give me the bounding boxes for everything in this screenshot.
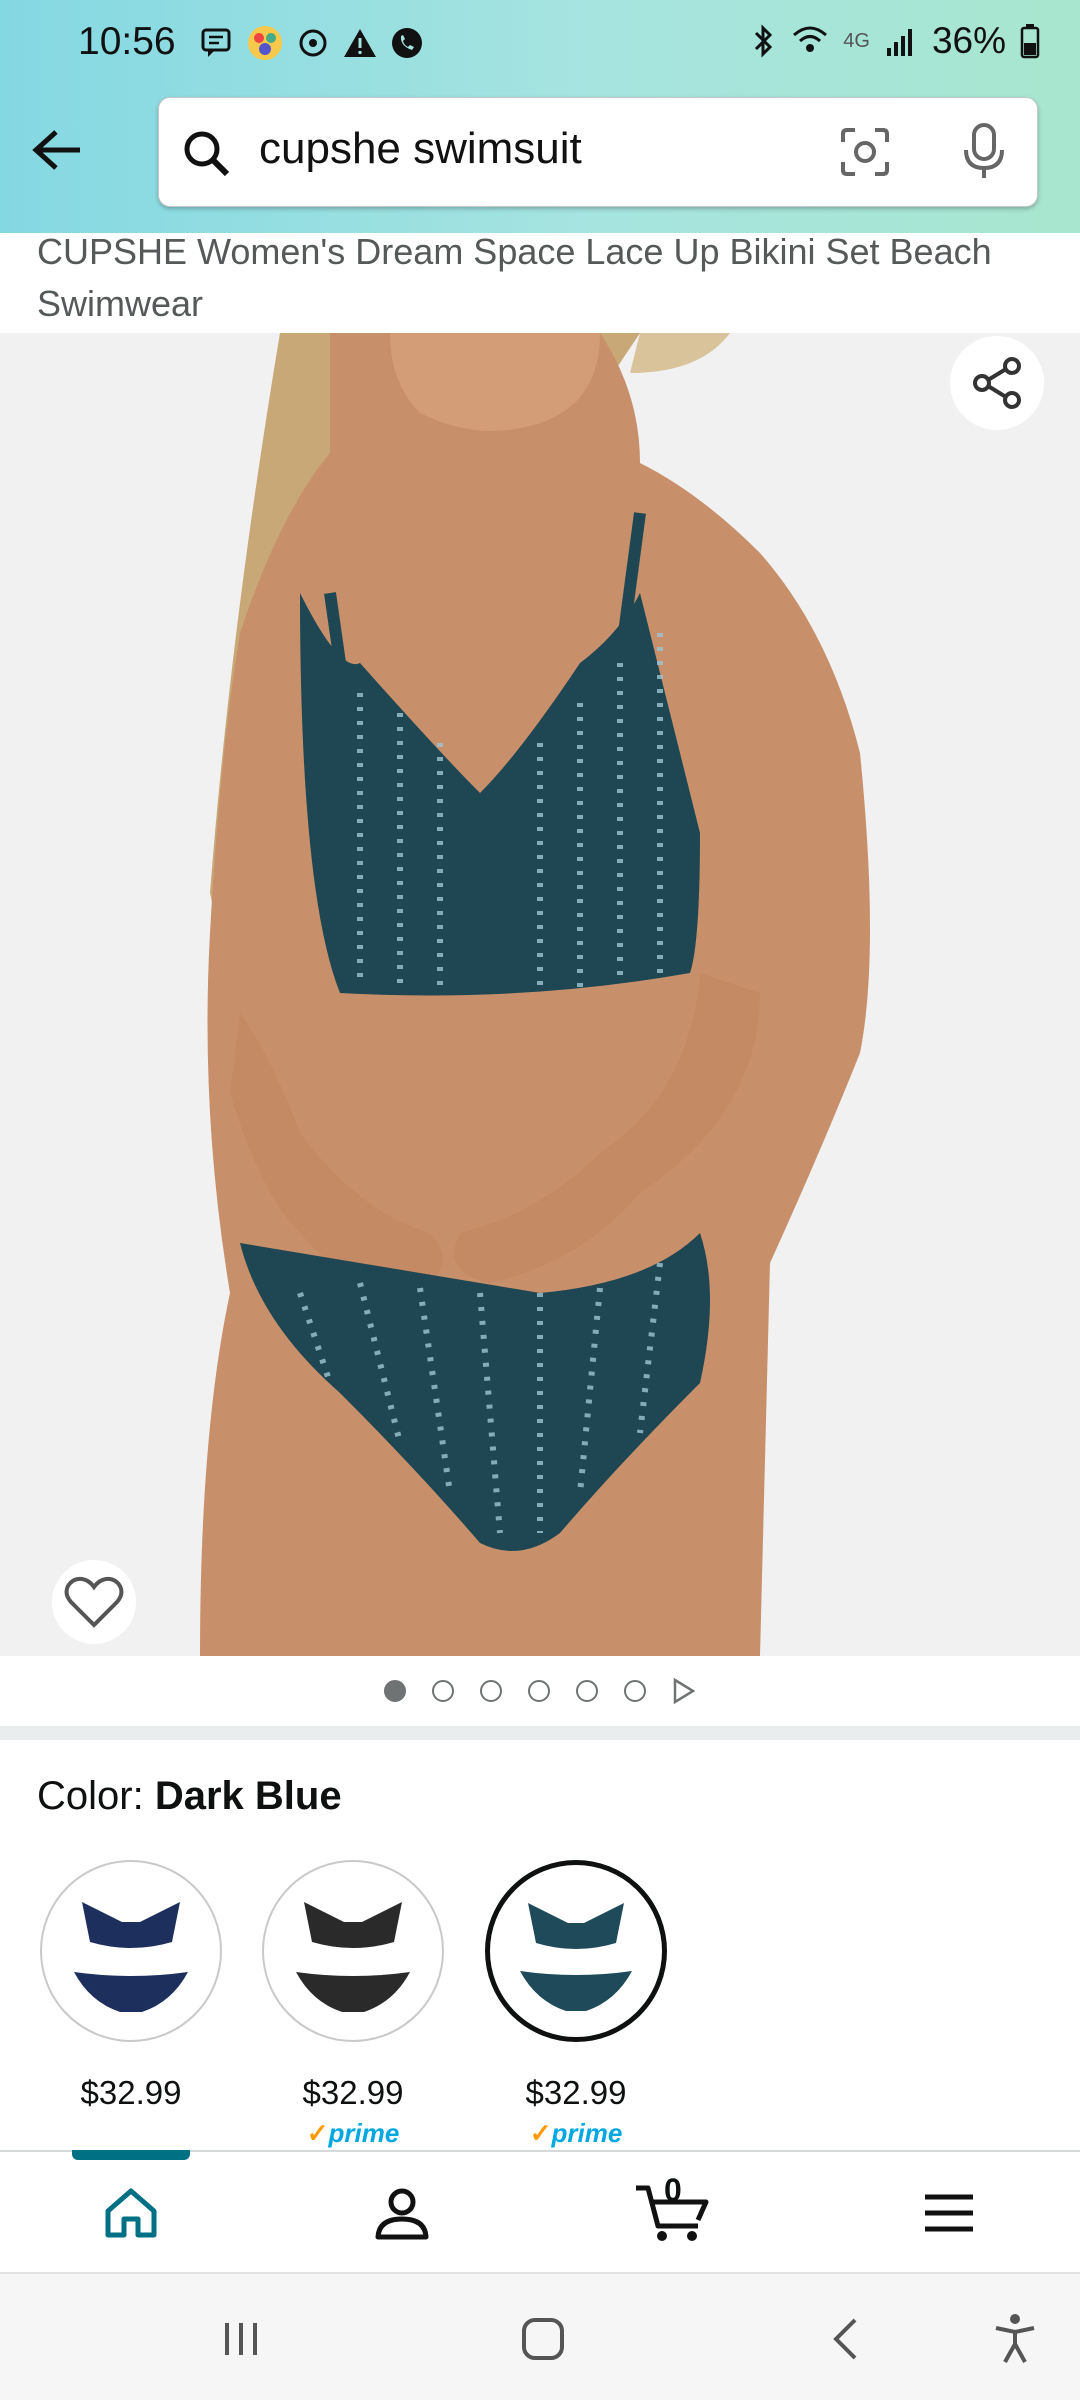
swatch-image	[520, 1903, 632, 2011]
carousel-dot[interactable]	[432, 1680, 454, 1702]
battery-percent: 36%	[931, 20, 1006, 61]
color-swatch[interactable]	[40, 1860, 222, 2042]
recent-apps-button[interactable]	[206, 2304, 276, 2374]
back-system-button[interactable]	[810, 2304, 880, 2374]
system-status: 4G 36%	[751, 20, 1040, 62]
nav-account[interactable]	[362, 2178, 442, 2248]
app-badge-icon	[248, 26, 282, 60]
back-button[interactable]	[28, 120, 88, 180]
prime-label: prime	[551, 2118, 623, 2148]
notification-icons	[200, 24, 424, 62]
system-nav-bar	[0, 2274, 1080, 2400]
home-system-button[interactable]	[508, 2304, 578, 2374]
nav-home[interactable]	[91, 2178, 171, 2248]
cart-count: 0	[664, 2172, 682, 2208]
prime-label: prime	[328, 2118, 400, 2148]
home-square-icon	[522, 2318, 564, 2360]
signal-icon	[886, 29, 912, 56]
wishlist-button[interactable]	[52, 1560, 136, 1644]
back-arrow-icon	[32, 130, 80, 170]
heart-icon	[64, 1576, 124, 1628]
carousel-dot[interactable]	[528, 1680, 550, 1702]
accessibility-button[interactable]	[980, 2304, 1050, 2374]
chevron-left-icon	[833, 2318, 857, 2360]
color-label-prefix: Color:	[37, 1774, 144, 1818]
sync-icon	[299, 29, 327, 57]
product-image[interactable]	[0, 333, 1080, 1656]
carousel-dot[interactable]	[480, 1680, 502, 1702]
color-swatch[interactable]	[262, 1860, 444, 2042]
carousel-dot[interactable]	[576, 1680, 598, 1702]
search-icon	[184, 131, 230, 177]
image-carousel-indicator[interactable]	[0, 1656, 1080, 1726]
account-icon	[375, 2188, 429, 2240]
bluetooth-icon	[755, 24, 773, 58]
menu-icon	[925, 2194, 973, 2232]
app-header: 10:56 4G 36% cupshe swimsuit	[0, 0, 1080, 233]
battery-icon	[1020, 24, 1040, 59]
prime-badge: ✓prime	[306, 2118, 400, 2148]
section-divider	[0, 1726, 1080, 1740]
share-button[interactable]	[950, 336, 1044, 430]
swatch-image	[74, 1902, 188, 2012]
mic-icon[interactable]	[959, 122, 1009, 182]
status-bar: 10:56 4G 36%	[0, 0, 1080, 90]
recent-apps-icon	[225, 2323, 257, 2355]
color-swatch-selected[interactable]	[485, 1860, 667, 2042]
nav-menu[interactable]	[909, 2178, 989, 2248]
color-price: $32.99	[80, 2074, 182, 2111]
search-bar[interactable]: cupshe swimsuit	[158, 97, 1038, 207]
search-input[interactable]: cupshe swimsuit	[259, 124, 582, 174]
play-video-icon[interactable]	[672, 1678, 696, 1704]
share-icon	[973, 357, 1021, 409]
color-price: $32.99	[302, 2074, 404, 2111]
message-icon	[201, 28, 231, 57]
active-tab-indicator	[72, 2150, 190, 2160]
home-icon	[105, 2188, 157, 2238]
selected-color: Dark Blue	[154, 1774, 342, 1818]
phone-call-icon	[392, 28, 422, 58]
status-time: 10:56	[78, 20, 176, 63]
color-label: Color: Dark Blue	[37, 1774, 342, 1819]
accessibility-icon	[995, 2314, 1035, 2363]
carousel-dot[interactable]	[384, 1680, 406, 1702]
product-title[interactable]: CUPSHE Women's Dream Space Lace Up Bikin…	[37, 226, 1047, 330]
network-type: 4G	[843, 29, 870, 52]
camera-icon[interactable]	[839, 126, 891, 178]
wifi-icon	[793, 26, 828, 52]
color-price: $32.99	[525, 2074, 627, 2111]
swatch-image	[296, 1902, 410, 2012]
carousel-dot[interactable]	[624, 1680, 646, 1702]
product-photo	[0, 333, 1080, 1656]
prime-badge: ✓prime	[529, 2118, 623, 2148]
warning-icon	[344, 29, 376, 57]
